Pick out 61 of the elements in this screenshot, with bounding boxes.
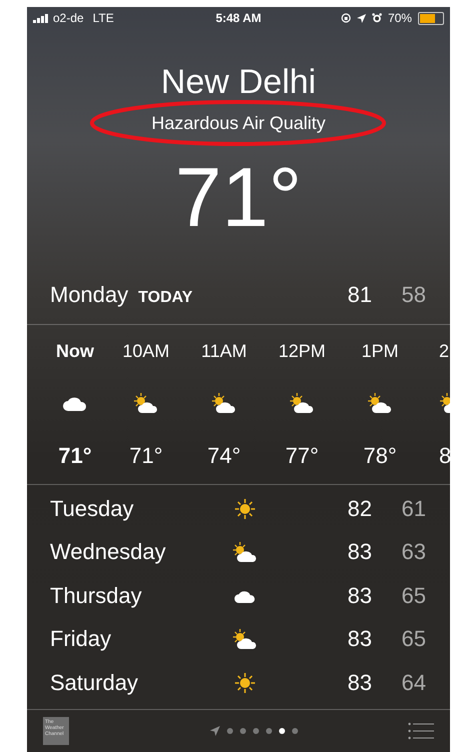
page-dot[interactable] — [292, 728, 298, 734]
carrier-name: o2-de — [53, 11, 84, 25]
list-icon[interactable] — [408, 722, 434, 740]
page-dot[interactable] — [252, 728, 258, 734]
hour-temperature: 71° — [58, 443, 92, 469]
today-label: TODAY — [138, 289, 193, 307]
sun-icon — [235, 498, 255, 519]
alarm-icon — [372, 13, 382, 23]
hour-label: 1PM — [361, 341, 398, 362]
high-temperature: 83 — [346, 539, 372, 566]
day-name: Tuesday — [50, 496, 135, 522]
sun-cloud-icon — [232, 542, 258, 562]
high-temperature: 81 — [346, 282, 372, 308]
hour-temperature: 8 — [439, 443, 450, 469]
sun-cloud-icon — [289, 392, 315, 412]
low-temperature: 61 — [400, 496, 426, 522]
high-temperature: 83 — [346, 670, 372, 696]
signal-icon — [33, 14, 49, 22]
high-temperature: 83 — [346, 626, 372, 652]
high-temperature: 82 — [346, 496, 372, 522]
page-dot[interactable] — [240, 728, 246, 734]
location-arrow-icon — [356, 14, 366, 22]
city-name: New Delhi — [161, 63, 316, 101]
day-name: Thursday — [50, 582, 143, 609]
hour-temperature: 74° — [207, 443, 241, 469]
hour-label: 12PM — [278, 341, 326, 362]
day-name: Saturday — [50, 670, 140, 696]
clock-time: 5:48 AM — [216, 11, 262, 25]
hour-temperature: 71° — [129, 443, 163, 469]
network-type: LTE — [92, 11, 114, 25]
page-dot[interactable] — [278, 728, 284, 734]
sun-cloud-icon — [367, 392, 393, 412]
hour-temperature: 77° — [285, 443, 319, 469]
page-dot[interactable] — [266, 728, 272, 734]
day-name: Wednesday — [50, 539, 167, 566]
day-name: Monday — [50, 282, 128, 308]
hour-label: Now — [56, 341, 94, 362]
low-temperature: 58 — [400, 282, 426, 308]
air-quality-condition: Hazardous Air Quality — [151, 113, 326, 133]
low-temperature: 65 — [400, 582, 426, 609]
hour-temperature: 78° — [363, 443, 397, 469]
cloud-icon — [63, 394, 87, 410]
sun-cloud-icon — [211, 392, 237, 412]
battery-icon — [418, 12, 444, 24]
hour-label: 11AM — [201, 341, 247, 362]
high-temperature: 83 — [346, 582, 372, 609]
sun-icon — [235, 672, 255, 693]
location-arrow-icon[interactable] — [210, 726, 220, 736]
hour-label: 2 — [439, 341, 450, 362]
day-name: Friday — [50, 626, 112, 652]
low-temperature: 65 — [400, 626, 426, 652]
sun-cloud-icon — [232, 629, 258, 650]
battery-percent: 70% — [388, 11, 412, 25]
page-dot[interactable] — [226, 728, 232, 734]
low-temperature: 63 — [400, 539, 426, 566]
hour-label: 10AM — [122, 341, 170, 362]
cloud-icon — [234, 588, 256, 603]
rotation-lock-icon — [340, 13, 351, 23]
current-temperature: 71° — [174, 149, 302, 246]
sun-cloud-icon — [133, 392, 159, 412]
low-temperature: 64 — [400, 670, 426, 696]
